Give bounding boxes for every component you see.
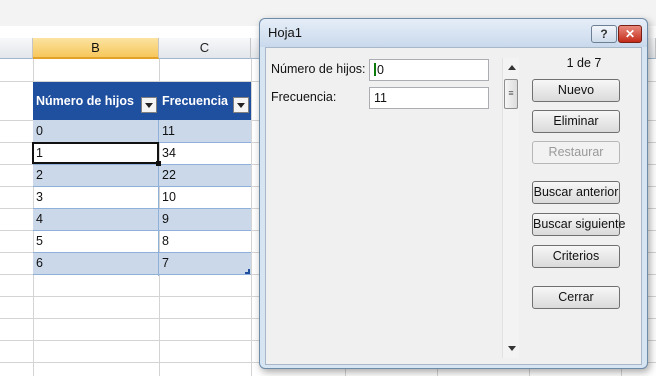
data-form-dialog: Hoja1 ? ✕ Número de hijos: 0 Frecuencia:…: [259, 18, 648, 369]
cell-frecuencia[interactable]: 8: [159, 230, 251, 252]
table-row: 5 8: [33, 230, 251, 252]
criterios-button[interactable]: Criterios: [532, 245, 620, 268]
record-scrollbar[interactable]: ≡: [502, 58, 519, 358]
field-label-numero-de-hijos: Número de hijos:: [271, 62, 366, 76]
cell-frecuencia[interactable]: 34: [159, 142, 251, 164]
cell-numero[interactable]: 0: [33, 120, 158, 142]
text-caret: [374, 63, 376, 76]
scroll-up-arrow-icon[interactable]: [508, 65, 516, 70]
cell-numero[interactable]: 4: [33, 208, 158, 230]
nuevo-button[interactable]: Nuevo: [532, 79, 620, 102]
scroll-down-arrow-icon[interactable]: [508, 346, 516, 351]
field-label-frecuencia: Frecuencia:: [271, 90, 337, 104]
table-row: 0 11: [33, 120, 251, 142]
cell-frecuencia[interactable]: 22: [159, 164, 251, 186]
row-header-corner[interactable]: [0, 38, 33, 59]
frecuencia-input[interactable]: 11: [369, 87, 489, 109]
table-row: 6 7: [33, 252, 251, 274]
numero-de-hijos-input[interactable]: 0: [369, 59, 489, 81]
header-numero-de-hijos[interactable]: Número de hijos: [33, 82, 141, 120]
help-button[interactable]: ?: [591, 25, 617, 43]
close-button[interactable]: ✕: [618, 25, 642, 43]
table-row: 2 22: [33, 164, 251, 186]
cell-frecuencia[interactable]: 7: [159, 252, 251, 274]
header-frecuencia[interactable]: Frecuencia: [159, 82, 233, 120]
numero-de-hijos-value: 0: [377, 63, 384, 77]
buscar-anterior-button[interactable]: Buscar anterior: [532, 181, 620, 204]
record-counter: 1 de 7: [566, 56, 602, 70]
cell-numero[interactable]: 6: [33, 252, 158, 274]
restaurar-button: Restaurar: [532, 141, 620, 164]
cerrar-button[interactable]: Cerrar: [532, 286, 620, 309]
table-row: 4 9: [33, 208, 251, 230]
buscar-siguiente-button[interactable]: Buscar siguiente: [532, 213, 625, 236]
filter-dropdown-icon[interactable]: [141, 97, 157, 113]
dialog-titlebar[interactable]: Hoja1 ? ✕: [260, 19, 647, 47]
cell-numero[interactable]: 2: [33, 164, 158, 186]
table-resize-handle[interactable]: [245, 269, 250, 274]
cell-frecuencia[interactable]: 9: [159, 208, 251, 230]
dialog-body: Número de hijos: 0 Frecuencia: 11 ≡ 1 de…: [265, 47, 642, 365]
cell-numero[interactable]: 5: [33, 230, 158, 252]
table-header-row: Número de hijos Frecuencia: [33, 82, 251, 120]
eliminar-button[interactable]: Eliminar: [532, 110, 620, 133]
table-row: 3 10: [33, 186, 251, 208]
cell-numero[interactable]: 3: [33, 186, 158, 208]
dialog-title: Hoja1: [268, 25, 302, 40]
column-header-c[interactable]: C: [159, 38, 251, 59]
filter-dropdown-icon[interactable]: [233, 97, 249, 113]
column-header-b[interactable]: B: [33, 38, 159, 59]
active-cell-cursor: [32, 142, 161, 166]
scroll-thumb[interactable]: ≡: [504, 79, 518, 109]
cell-frecuencia[interactable]: 10: [159, 186, 251, 208]
cell-frecuencia[interactable]: 11: [159, 120, 251, 142]
